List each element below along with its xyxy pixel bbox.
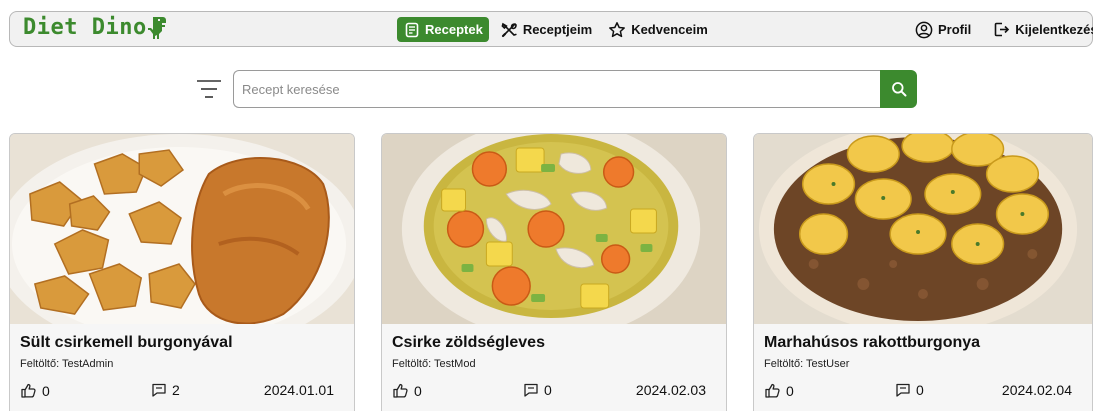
search-button[interactable] [880, 70, 917, 108]
recipe-image [10, 134, 354, 324]
nav-logout-label: Kijelentkezés [1015, 22, 1093, 37]
recipe-date: 2024.02.03 [635, 382, 706, 398]
user-circle-icon [915, 21, 933, 38]
recipe-uploader: Feltöltő: TestUser [764, 358, 850, 370]
thumbs-up-icon [765, 383, 780, 398]
recipe-uploader: Feltöltő: TestAdmin [20, 358, 114, 370]
recipe-title[interactable]: Csirke zöldségleves [392, 334, 716, 352]
like-button[interactable]: 0 [764, 382, 794, 399]
search-input[interactable] [233, 70, 881, 108]
recipe-card[interactable]: Marhahúsos rakottburgonya Feltöltő: Test… [753, 133, 1093, 411]
thumbs-up-icon [393, 383, 408, 398]
like-button[interactable]: 0 [20, 382, 50, 399]
recipe-date: 2024.02.04 [1001, 382, 1072, 398]
nav-recipes[interactable]: Receptek [397, 17, 489, 42]
comment-button[interactable]: 2 [151, 382, 180, 398]
recipe-date: 2024.01.01 [263, 382, 334, 398]
like-count: 0 [414, 382, 422, 399]
navbar: Diet Dino Receptek Receptjeim Kedvenceim… [9, 11, 1093, 47]
utensils-cross-icon [501, 22, 517, 37]
recipe-title[interactable]: Marhahúsos rakottburgonya [764, 334, 1082, 352]
comment-button[interactable]: 0 [523, 382, 552, 398]
nav-logout[interactable]: Kijelentkezés [988, 17, 1093, 42]
comment-icon [896, 383, 910, 397]
nav-profile[interactable]: Profil [910, 17, 976, 42]
recipe-title[interactable]: Sült csirkemell burgonyával [20, 334, 344, 352]
nav-recipes-label: Receptek [425, 22, 483, 37]
recipe-card[interactable]: Sült csirkemell burgonyával Feltöltő: Te… [9, 133, 355, 411]
dino-icon [147, 16, 166, 39]
recipe-uploader: Feltöltő: TestMod [392, 358, 476, 370]
comment-button[interactable]: 0 [895, 382, 924, 398]
recipe-image [382, 134, 726, 324]
brand-name: Diet Dino [23, 15, 147, 40]
recipe-stats: 0 2 2024.01.01 [20, 382, 344, 402]
logout-icon [994, 22, 1010, 37]
star-icon [609, 21, 626, 37]
thumbs-up-icon [21, 383, 36, 398]
comment-icon [524, 383, 538, 397]
like-button[interactable]: 0 [392, 382, 422, 399]
recipe-card[interactable]: Csirke zöldségleves Feltöltő: TestMod 0 … [381, 133, 727, 411]
comment-count: 0 [544, 382, 552, 398]
recipe-stats: 0 0 2024.02.03 [392, 382, 716, 402]
comment-icon [152, 383, 166, 397]
brand-logo[interactable]: Diet Dino [23, 15, 172, 40]
like-count: 0 [42, 382, 50, 399]
filter-button[interactable] [196, 78, 222, 100]
recipe-stats: 0 0 2024.02.04 [764, 382, 1082, 402]
nav-favorites-label: Kedvenceim [631, 22, 708, 37]
recipe-book-icon [405, 22, 419, 37]
comment-count: 2 [172, 382, 180, 398]
nav-my-recipes[interactable]: Receptjeim [495, 17, 597, 42]
search-icon [891, 82, 906, 97]
nav-profile-label: Profil [938, 22, 972, 37]
main-nav: Receptek Receptjeim Kedvenceim [397, 17, 713, 42]
comment-count: 0 [916, 382, 924, 398]
filter-icon [197, 80, 221, 98]
nav-my-recipes-label: Receptjeim [522, 22, 593, 37]
like-count: 0 [786, 382, 794, 399]
user-nav: Profil Kijelentkezés [910, 17, 1093, 42]
nav-favorites[interactable]: Kedvenceim [603, 17, 713, 42]
recipe-image [754, 134, 1092, 324]
